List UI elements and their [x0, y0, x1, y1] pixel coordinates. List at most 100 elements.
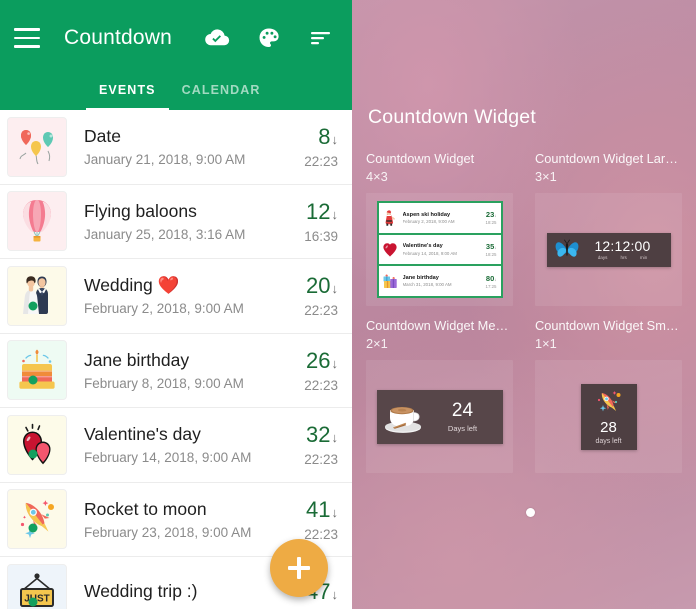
widget-preview-clock: 12:12:00 days hrs min [546, 232, 671, 267]
down-arrow-icon: ↓ [494, 276, 497, 282]
page-indicator-dot[interactable] [526, 508, 535, 517]
timeline-dot [28, 523, 38, 533]
palette-icon[interactable] [256, 25, 282, 51]
list-item[interactable]: Jane birthday February 8, 2018, 9:00 AM … [0, 333, 352, 408]
widget-preview-title: Jane birthday [402, 274, 439, 281]
event-countdown: 26 ↓ 22:23 [304, 348, 338, 393]
widget-preview-row: Valentine's day February 14, 2018, 9:00 … [378, 235, 501, 267]
down-arrow-icon: ↓ [494, 213, 497, 219]
down-arrow-icon: ↓ [331, 504, 339, 520]
event-title-text: Valentine's day [84, 424, 201, 445]
widget-preview-date: February 14, 2018, 9:00 AM [402, 250, 457, 256]
widget-preview-time-value: 12:12:00 [594, 238, 651, 254]
event-title-text: Jane birthday [84, 349, 190, 370]
event-countdown: 32 ↓ 22:23 [304, 422, 338, 467]
event-title: Wedding ❤️ [84, 275, 304, 296]
widget-size: 4×3 [366, 169, 388, 184]
event-title: Flying baloons [84, 201, 304, 222]
event-title: Jane birthday [84, 350, 304, 371]
event-days: 12 ↓ [304, 199, 338, 225]
widget-preview-text: Valentine's day February 14, 2018, 9:00 … [399, 243, 486, 256]
sort-icon[interactable] [308, 25, 334, 51]
widget-preview[interactable]: 28 days left [535, 360, 682, 473]
widget-size: 1×1 [535, 336, 557, 351]
down-arrow-icon: ↓ [331, 355, 339, 371]
widget-option-3x1[interactable]: Countdown Widget Lar… 3×1 12:12:00 days … [529, 145, 688, 306]
event-title-text: Wedding trip :) [84, 580, 198, 601]
widget-preview[interactable]: 24 Days left [366, 360, 513, 473]
widget-option-4x3[interactable]: Countdown Widget 4×3 Aspen ski holiday F… [360, 145, 519, 306]
widget-preview-countdown: 35↓ 18:25 [486, 242, 498, 257]
down-arrow-icon: ↓ [331, 206, 339, 222]
unit-label-days: days [597, 255, 608, 260]
event-title: Date [84, 126, 304, 147]
widget-size: 3×1 [535, 169, 557, 184]
widget-preview-days-value: 24 [451, 399, 474, 421]
event-days: 20 ↓ [304, 273, 338, 299]
app-bar: Countdown EVENTS CALENDAR [0, 0, 352, 110]
event-date: February 2, 2018, 9:00 AM [84, 301, 244, 317]
event-title-text: Date [84, 126, 121, 147]
page-title: Countdown [64, 26, 173, 49]
widget-preview-days-label: Days left [447, 423, 478, 433]
widget-preview-days: 35↓ [486, 242, 497, 251]
event-time: 22:23 [304, 154, 338, 170]
widget-preview-days-value: 80 [485, 273, 495, 283]
app-screenshot: Countdown EVENTS CALENDAR Date January 2… [0, 0, 696, 609]
event-countdown: 8 ↓ 22:23 [304, 124, 338, 169]
cloud-sync-icon[interactable] [204, 25, 230, 51]
widget-preview-row: Jane birthday March 31, 2018, 9:00 AM 80… [379, 266, 501, 296]
list-item[interactable]: Valentine's day February 14, 2018, 9:00 … [0, 408, 352, 483]
down-arrow-icon: ↓ [331, 132, 339, 148]
widget-preview-countdown-medium: 24 Days left [427, 401, 499, 433]
widget-preview-text: Jane birthday March 31, 2018, 9:00 AM [399, 275, 486, 288]
event-days: 41 ↓ [304, 497, 338, 523]
event-date: February 8, 2018, 9:00 AM [84, 375, 244, 391]
widget-name: Countdown Widget Me… [366, 318, 509, 333]
event-days-value: 26 [306, 347, 331, 373]
widget-preview-countdown: 23↓ 18:25 [486, 210, 498, 225]
widget-preview[interactable]: Aspen ski holiday February 2, 2018, 9:00… [366, 193, 513, 306]
heart-icon [381, 241, 399, 259]
list-item[interactable]: Wedding ❤️ February 2, 2018, 9:00 AM 20 … [0, 259, 352, 334]
widget-grid: Countdown Widget 4×3 Aspen ski holiday F… [360, 145, 688, 473]
event-text: Wedding ❤️ February 2, 2018, 9:00 AM [67, 275, 304, 316]
unit-label-hrs: hrs [620, 255, 627, 260]
hamburger-icon[interactable] [14, 28, 40, 48]
widget-preview-days-label: days left [595, 437, 622, 445]
event-title: Valentine's day [84, 424, 304, 445]
countdown-app-pane: Countdown EVENTS CALENDAR Date January 2… [0, 0, 352, 609]
widget-preview-list: Aspen ski holiday February 2, 2018, 9:00… [376, 201, 503, 298]
widget-preview-days-value: 35 [485, 242, 495, 251]
down-arrow-icon: ↓ [331, 281, 339, 297]
event-days-value: 8 [318, 124, 331, 150]
event-text: Wedding trip :) [67, 581, 306, 607]
widget-preview-small: 28 days left [580, 383, 637, 450]
event-countdown: 20 ↓ 22:23 [304, 273, 338, 318]
event-text: Flying baloons January 25, 2018, 3:16 AM [67, 201, 304, 242]
widget-option-2x1[interactable]: Countdown Widget Me… 2×1 24 Days left [360, 312, 519, 473]
widget-preview-medium: 24 Days left [376, 389, 503, 444]
widget-preview-title: Aspen ski holiday [402, 211, 451, 218]
add-event-fab[interactable] [270, 539, 328, 597]
list-item[interactable]: Date January 21, 2018, 9:00 AM 8 ↓ 22:23 [0, 110, 352, 185]
balloons-icon [7, 116, 67, 177]
tab-calendar[interactable]: CALENDAR [169, 76, 274, 110]
timeline-dot [28, 301, 38, 311]
event-list[interactable]: Date January 21, 2018, 9:00 AM 8 ↓ 22:23 [0, 110, 352, 609]
event-days-value: 32 [306, 422, 331, 448]
event-title-emoji: ❤️ [157, 275, 180, 296]
tab-events[interactable]: EVENTS [86, 76, 169, 110]
santa-icon [381, 209, 399, 227]
widget-picker-title: Countdown Widget [368, 106, 536, 128]
event-countdown: 41 ↓ 22:23 [304, 497, 338, 542]
widget-preview-days-value: 23 [485, 210, 495, 220]
widget-preview-date: March 31, 2018, 9:00 AM [402, 282, 452, 288]
widget-option-1x1[interactable]: Countdown Widget Sm… 1×1 28 days left [529, 312, 688, 473]
widget-name: Countdown Widget Lar… [535, 151, 678, 166]
wedding-couple-icon [7, 265, 67, 326]
rocket-icon [592, 389, 626, 416]
event-days: 32 ↓ [304, 422, 338, 448]
list-item[interactable]: Flying baloons January 25, 2018, 3:16 AM… [0, 184, 352, 259]
widget-preview[interactable]: 12:12:00 days hrs min [535, 193, 682, 306]
